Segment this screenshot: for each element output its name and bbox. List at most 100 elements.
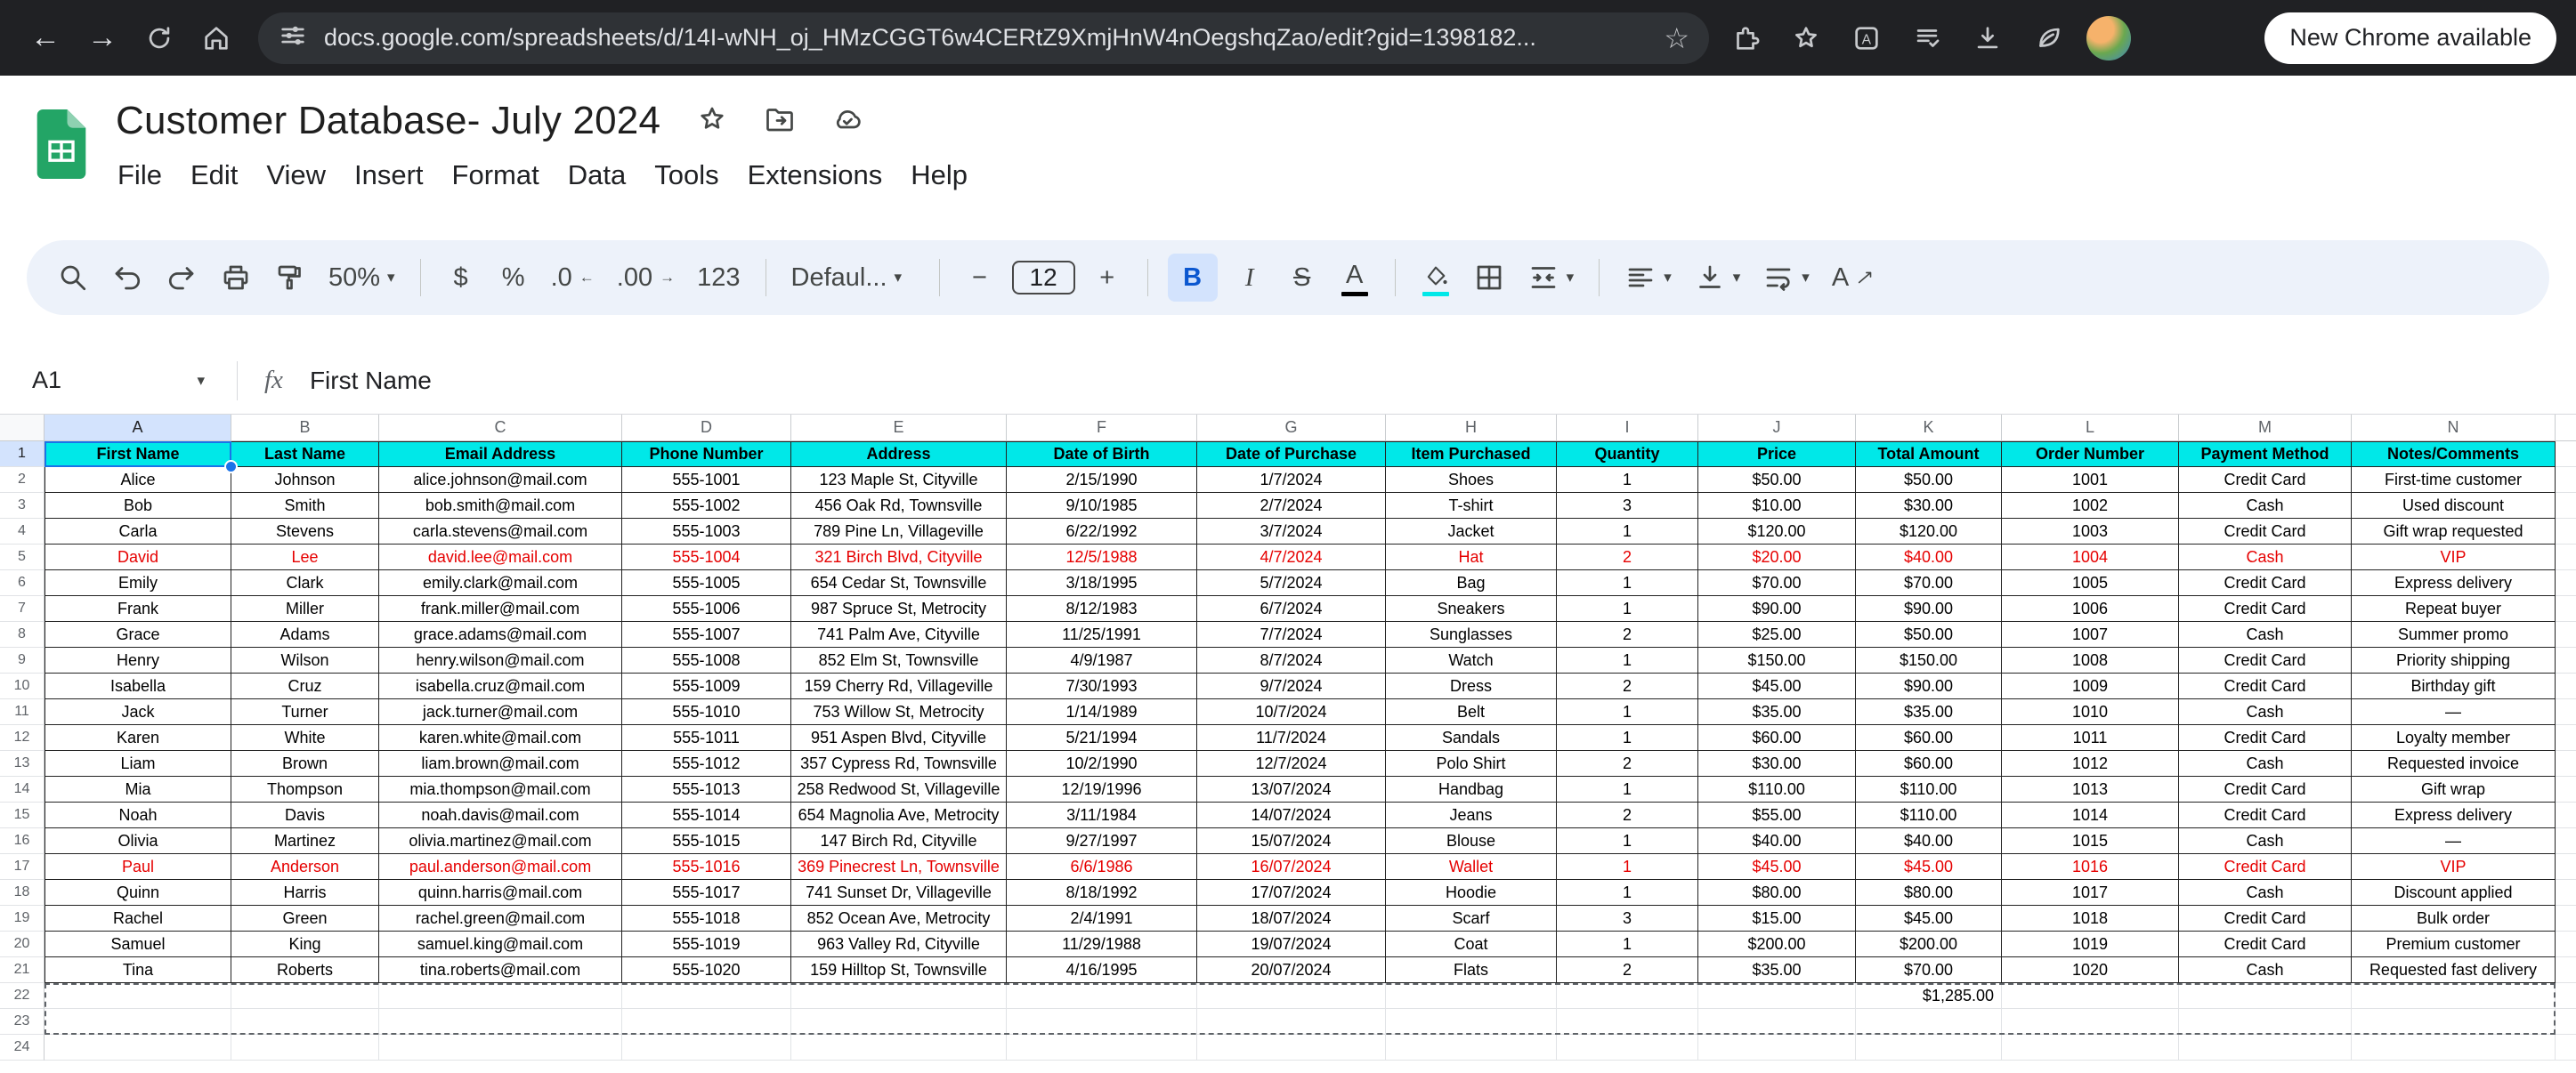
cell-E3[interactable]: 456 Oak Rd, Townsville (791, 493, 1007, 519)
cell-filler-6[interactable] (2556, 570, 2576, 596)
row-header-17[interactable]: 17 (0, 854, 45, 880)
eco-leaf-icon[interactable] (2024, 14, 2072, 62)
cell-E16[interactable]: 147 Birch Rd, Cityville (791, 828, 1007, 854)
cell-K1[interactable]: Total Amount (1856, 441, 2002, 467)
cell-N1[interactable]: Notes/Comments (2352, 441, 2556, 467)
cell-K6[interactable]: $70.00 (1856, 570, 2002, 596)
cell-D2[interactable]: 555-1001 (622, 467, 791, 493)
cell-E24[interactable] (791, 1035, 1007, 1061)
cell-N18[interactable]: Discount applied (2352, 880, 2556, 906)
format-currency-button[interactable]: $ (441, 254, 482, 302)
cell-K23[interactable] (1856, 1009, 2002, 1035)
cell-E22[interactable] (791, 983, 1007, 1009)
cell-M20[interactable]: Credit Card (2179, 932, 2352, 957)
cell-M15[interactable]: Credit Card (2179, 803, 2352, 828)
cell-G2[interactable]: 1/7/2024 (1197, 467, 1386, 493)
cell-N15[interactable]: Express delivery (2352, 803, 2556, 828)
cell-B21[interactable]: Roberts (231, 957, 379, 983)
cell-I10[interactable]: 2 (1557, 674, 1698, 699)
cell-J6[interactable]: $70.00 (1698, 570, 1856, 596)
cell-A17[interactable]: Paul (45, 854, 231, 880)
cell-G16[interactable]: 15/07/2024 (1197, 828, 1386, 854)
cell-filler-1[interactable] (2556, 441, 2576, 467)
cell-N24[interactable] (2352, 1035, 2556, 1061)
cell-H4[interactable]: Jacket (1386, 519, 1557, 545)
row-header-20[interactable]: 20 (0, 932, 45, 957)
cell-I4[interactable]: 1 (1557, 519, 1698, 545)
cell-J12[interactable]: $60.00 (1698, 725, 1856, 751)
column-header-C[interactable]: C (379, 415, 622, 441)
cell-J21[interactable]: $35.00 (1698, 957, 1856, 983)
text-color-button[interactable]: A (1334, 254, 1375, 302)
cell-I5[interactable]: 2 (1557, 545, 1698, 570)
cell-L4[interactable]: 1003 (2002, 519, 2179, 545)
cell-M23[interactable] (2179, 1009, 2352, 1035)
formula-input[interactable]: First Name (310, 367, 432, 395)
increase-decimal-button[interactable]: .00→ (612, 254, 680, 302)
cell-E15[interactable]: 654 Magnolia Ave, Metrocity (791, 803, 1007, 828)
cell-filler-21[interactable] (2556, 957, 2576, 983)
cell-D23[interactable] (622, 1009, 791, 1035)
decrease-decimal-button[interactable]: .0← (546, 254, 600, 302)
cell-I17[interactable]: 1 (1557, 854, 1698, 880)
cell-G9[interactable]: 8/7/2024 (1197, 648, 1386, 674)
cell-E6[interactable]: 654 Cedar St, Townsville (791, 570, 1007, 596)
text-wrap-button[interactable]: ▾ (1757, 254, 1815, 302)
cell-F5[interactable]: 12/5/1988 (1007, 545, 1197, 570)
cell-N4[interactable]: Gift wrap requested (2352, 519, 2556, 545)
cell-J2[interactable]: $50.00 (1698, 467, 1856, 493)
cell-B24[interactable] (231, 1035, 379, 1061)
column-header-D[interactable]: D (622, 415, 791, 441)
cell-A3[interactable]: Bob (45, 493, 231, 519)
cell-N20[interactable]: Premium customer (2352, 932, 2556, 957)
menu-format[interactable]: Format (438, 152, 554, 198)
cell-M10[interactable]: Credit Card (2179, 674, 2352, 699)
cell-M7[interactable]: Credit Card (2179, 596, 2352, 622)
cell-A15[interactable]: Noah (45, 803, 231, 828)
cell-F8[interactable]: 11/25/1991 (1007, 622, 1197, 648)
cell-A21[interactable]: Tina (45, 957, 231, 983)
cell-filler-4[interactable] (2556, 519, 2576, 545)
cell-J15[interactable]: $55.00 (1698, 803, 1856, 828)
cell-C18[interactable]: quinn.harris@mail.com (379, 880, 622, 906)
cell-M22[interactable] (2179, 983, 2352, 1009)
cell-E14[interactable]: 258 Redwood St, Villageville (791, 777, 1007, 803)
cell-H8[interactable]: Sunglasses (1386, 622, 1557, 648)
cell-B12[interactable]: White (231, 725, 379, 751)
cell-F13[interactable]: 10/2/1990 (1007, 751, 1197, 777)
cell-L3[interactable]: 1002 (2002, 493, 2179, 519)
document-title[interactable]: Customer Database- July 2024 (116, 99, 660, 143)
column-header-B[interactable]: B (231, 415, 379, 441)
cell-C13[interactable]: liam.brown@mail.com (379, 751, 622, 777)
cell-K7[interactable]: $90.00 (1856, 596, 2002, 622)
back-button[interactable]: ← (20, 12, 71, 64)
cell-J11[interactable]: $35.00 (1698, 699, 1856, 725)
cell-B23[interactable] (231, 1009, 379, 1035)
cell-J14[interactable]: $110.00 (1698, 777, 1856, 803)
cell-K24[interactable] (1856, 1035, 2002, 1061)
cell-filler-24[interactable] (2556, 1035, 2576, 1061)
cell-H10[interactable]: Dress (1386, 674, 1557, 699)
cell-C17[interactable]: paul.anderson@mail.com (379, 854, 622, 880)
cell-G4[interactable]: 3/7/2024 (1197, 519, 1386, 545)
cell-F9[interactable]: 4/9/1987 (1007, 648, 1197, 674)
cell-J3[interactable]: $10.00 (1698, 493, 1856, 519)
cell-N3[interactable]: Used discount (2352, 493, 2556, 519)
cell-B3[interactable]: Smith (231, 493, 379, 519)
cell-E11[interactable]: 753 Willow St, Metrocity (791, 699, 1007, 725)
cell-E12[interactable]: 951 Aspen Blvd, Cityville (791, 725, 1007, 751)
column-header-N[interactable]: N (2352, 415, 2556, 441)
cell-C22[interactable] (379, 983, 622, 1009)
cell-J8[interactable]: $25.00 (1698, 622, 1856, 648)
cell-M12[interactable]: Credit Card (2179, 725, 2352, 751)
cell-D21[interactable]: 555-1020 (622, 957, 791, 983)
cell-C2[interactable]: alice.johnson@mail.com (379, 467, 622, 493)
extensions-puzzle-icon[interactable] (1721, 14, 1770, 62)
cell-C15[interactable]: noah.davis@mail.com (379, 803, 622, 828)
cell-D4[interactable]: 555-1003 (622, 519, 791, 545)
cell-A19[interactable]: Rachel (45, 906, 231, 932)
cell-L16[interactable]: 1015 (2002, 828, 2179, 854)
cell-H22[interactable] (1386, 983, 1557, 1009)
cell-I23[interactable] (1557, 1009, 1698, 1035)
cell-E21[interactable]: 159 Hilltop St, Townsville (791, 957, 1007, 983)
